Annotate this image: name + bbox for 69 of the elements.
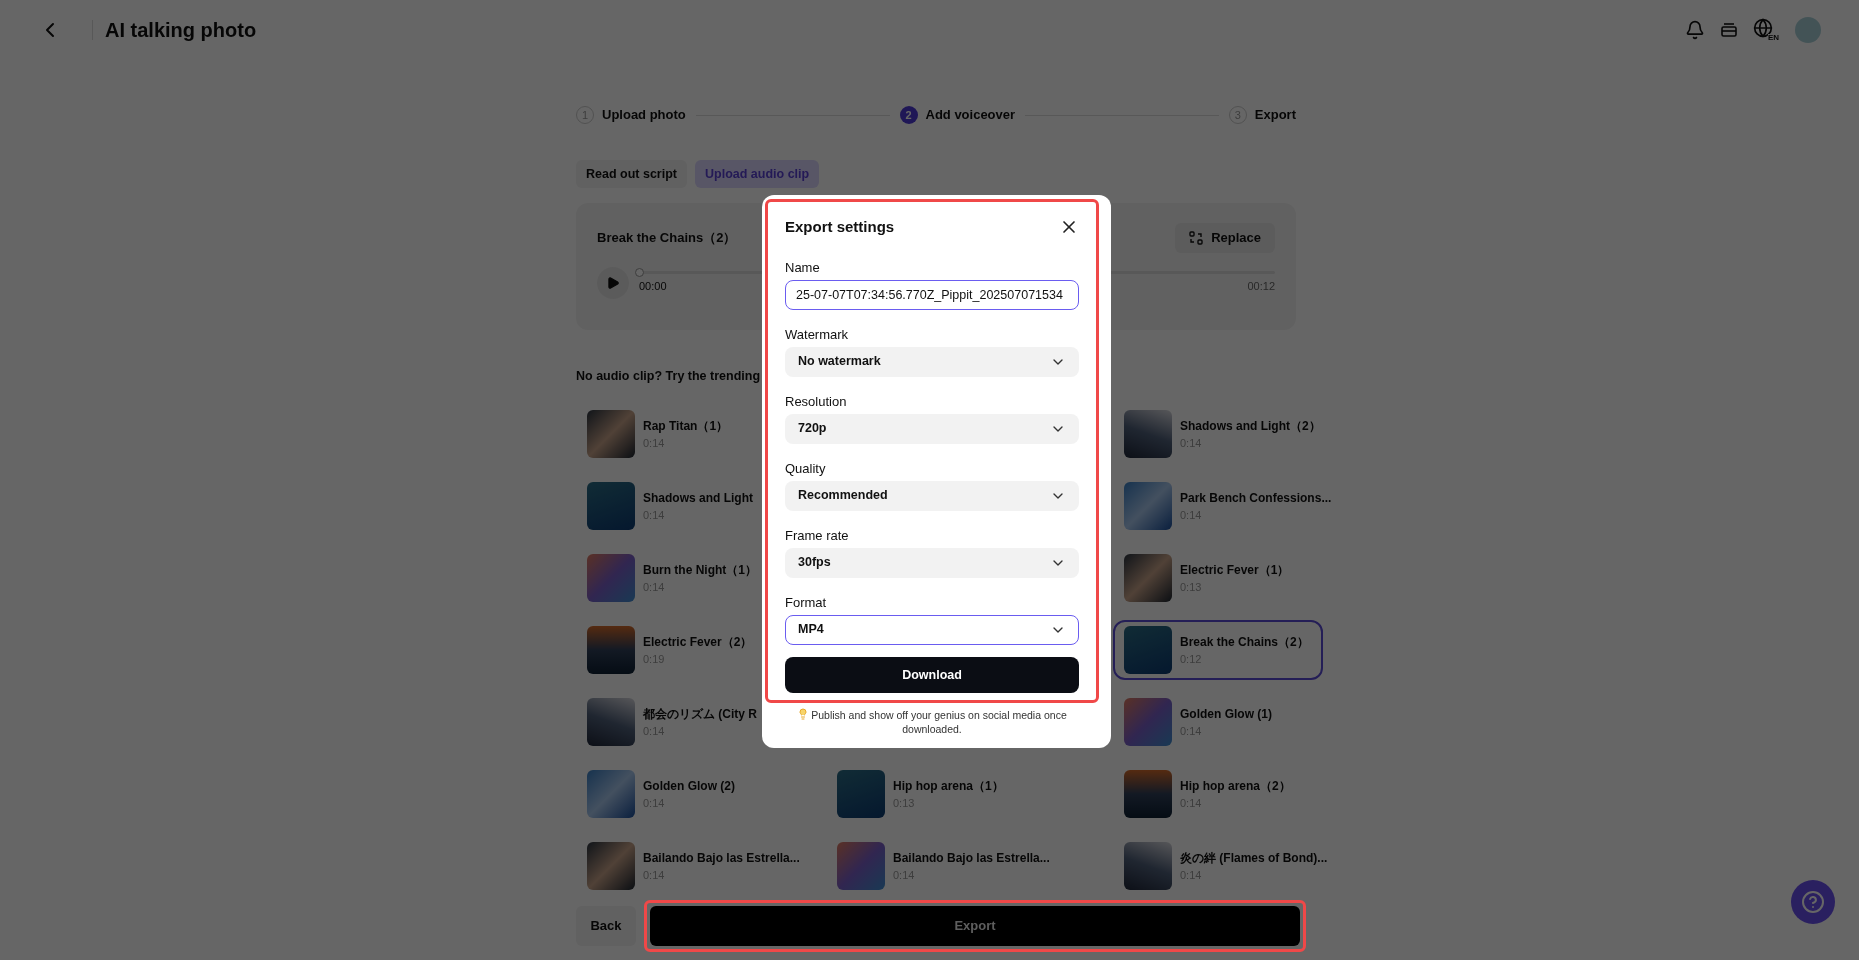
step-label: Export [1254, 106, 1296, 125]
current-time: 00:00 [639, 279, 667, 295]
artwork-thumbnail [1124, 625, 1172, 674]
page-title: AI talking photo [105, 17, 257, 43]
artwork-thumbnail [837, 841, 885, 890]
field-label: Resolution [785, 393, 848, 410]
artwork-thumbnail [1124, 769, 1172, 818]
help-icon [1801, 890, 1825, 914]
artwork-thumbnail [1124, 553, 1172, 602]
trending-heading: No audio clip? Try the trending [576, 368, 761, 385]
track-title: 炎の絆 (Flames of Bond)... [1180, 849, 1328, 867]
track-title: Hip hop arena（1） [893, 777, 1004, 795]
track-title: Golden Glow (2) [643, 777, 735, 795]
export-tip: Publish and show off your genius on social media once downloaded. [811, 708, 1067, 735]
lightbulb-icon [797, 707, 810, 720]
card-stack-icon[interactable] [1719, 20, 1739, 39]
notification-bell-icon[interactable] [1685, 19, 1705, 40]
field-label: Name [785, 259, 821, 276]
select-field[interactable]: Recommended [785, 480, 1079, 511]
export-button[interactable]: Export [650, 905, 1300, 946]
step-number: 2 [899, 106, 918, 124]
select-field[interactable]: MP4 [785, 614, 1079, 645]
artwork-thumbnail [1124, 409, 1172, 458]
track-title: Bailando Bajo las Estrella... [643, 849, 800, 867]
track-title: Park Bench Confessions... [1180, 489, 1332, 507]
track-title: 都会のリズム (City R [643, 705, 757, 723]
artwork-thumbnail [587, 409, 635, 458]
progress-thumb[interactable] [635, 268, 644, 278]
field-label: Quality [785, 460, 827, 477]
play-button[interactable] [597, 267, 629, 299]
name-input[interactable]: 25-07-07T07:34:56.770Z_Pippit_202507071534 [785, 279, 1079, 310]
track-title: Golden Glow (1) [1180, 705, 1272, 723]
track-title: Electric Fever（1） [1180, 561, 1290, 579]
track-title: Rap Titan（1） [643, 417, 729, 435]
track-title: Burn the Night（1） [643, 561, 757, 579]
step-label: Upload photo [602, 106, 686, 125]
tab[interactable]: Upload audio clip [695, 160, 820, 188]
download-button[interactable]: Download [785, 656, 1079, 693]
swap-icon [1189, 231, 1204, 245]
artwork-thumbnail [837, 769, 885, 818]
back-button[interactable]: Back [576, 905, 636, 946]
artwork-thumbnail [587, 625, 635, 674]
artwork-thumbnail [587, 769, 635, 818]
track-title: Electric Fever（2） [643, 633, 753, 651]
play-icon [606, 276, 620, 290]
artwork-thumbnail [1124, 481, 1172, 530]
field-label: Frame rate [785, 527, 850, 544]
artwork-thumbnail [1124, 697, 1172, 746]
help-button[interactable] [1791, 880, 1835, 924]
artwork-thumbnail [587, 481, 635, 530]
artwork-thumbnail [587, 841, 635, 890]
track-title: Shadows and Light [643, 489, 753, 507]
tab[interactable]: Read out script [576, 160, 687, 188]
select-field[interactable]: 30fps [785, 547, 1079, 578]
audio-title: Break the Chains（2） [597, 229, 737, 248]
field-label: Watermark [785, 326, 850, 343]
artwork-thumbnail [1124, 841, 1172, 890]
replace-button[interactable]: Replace [1175, 223, 1275, 253]
track-title: Break the Chains（2） [1180, 633, 1309, 651]
track-title: Shadows and Light（2） [1180, 417, 1321, 435]
track-title: Hip hop arena（2） [1180, 777, 1291, 795]
select-field[interactable]: 720p [785, 413, 1079, 444]
select-field[interactable]: No watermark [785, 346, 1079, 377]
artwork-thumbnail [587, 553, 635, 602]
dialog-title: Export settings [785, 217, 895, 237]
field-label: Format [785, 594, 828, 611]
track-title: Bailando Bajo las Estrella... [893, 849, 1050, 867]
step-label: Add voiceover [925, 106, 1016, 125]
artwork-thumbnail [587, 697, 635, 746]
